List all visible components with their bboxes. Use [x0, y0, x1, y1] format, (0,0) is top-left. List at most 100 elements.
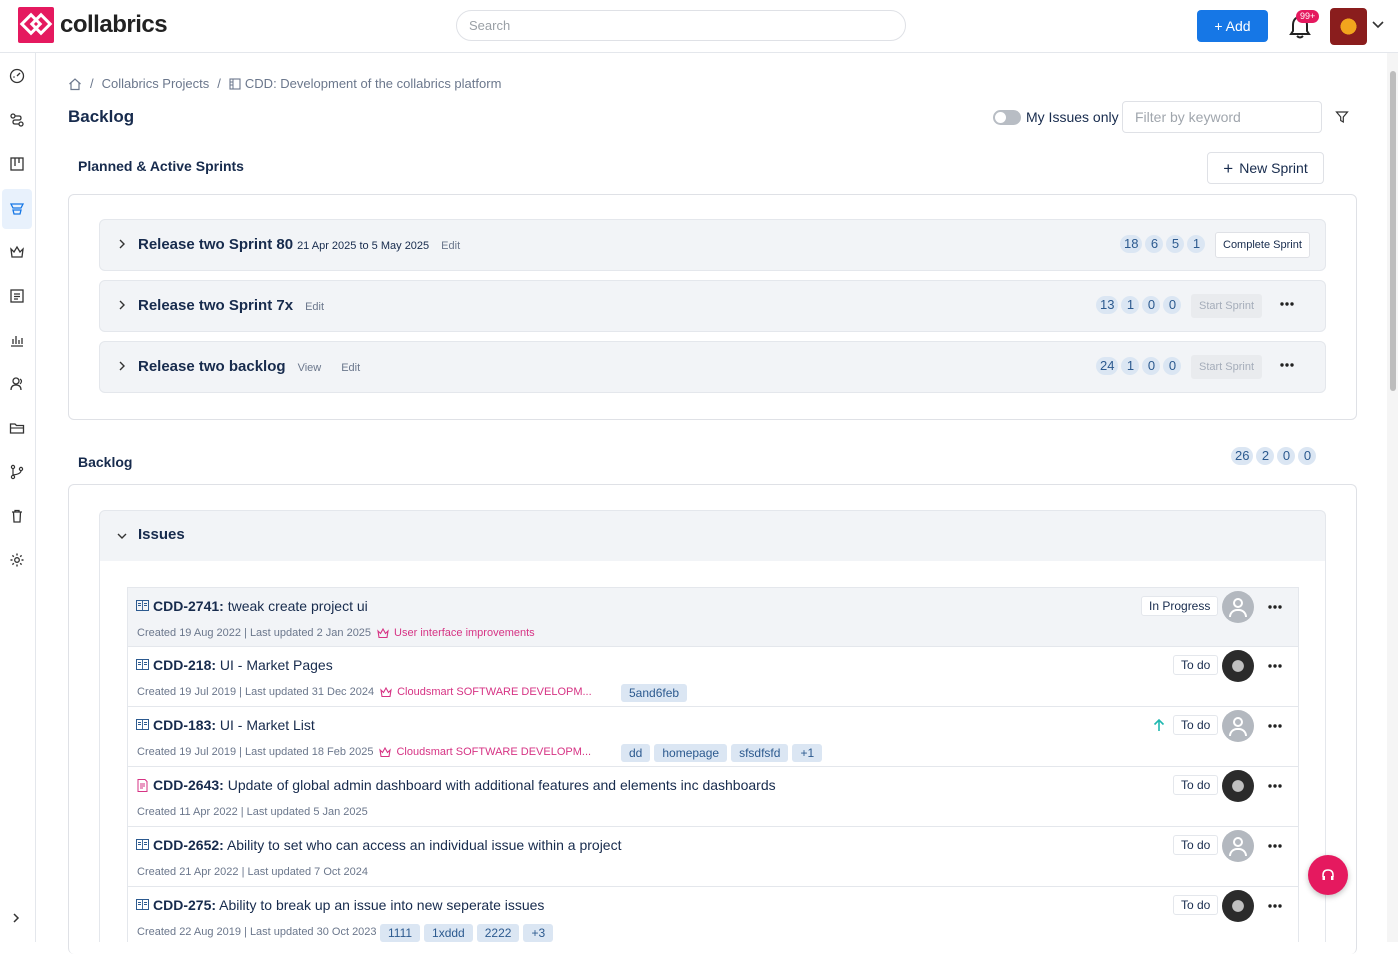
more-options-icon[interactable]	[1267, 843, 1283, 849]
sprint-row[interactable]: Release two backlog View Edit 24 1 0 0 Sta…	[99, 341, 1326, 393]
sprint-edit-link[interactable]: Edit	[341, 362, 360, 374]
more-options-icon[interactable]	[1267, 723, 1283, 729]
status-badge[interactable]: To do	[1173, 715, 1219, 735]
sprint-edit-link[interactable]: Edit	[305, 301, 324, 313]
more-options-icon[interactable]	[1267, 604, 1283, 610]
label-tag[interactable]: homepage	[654, 744, 728, 762]
people-icon[interactable]	[6, 373, 28, 395]
chevron-down-icon[interactable]	[116, 530, 128, 542]
complete-sprint-button[interactable]: Complete Sprint	[1215, 232, 1310, 258]
epic-link[interactable]: User interface improvements	[377, 627, 535, 639]
my-issues-label[interactable]: My Issues only	[1026, 109, 1119, 125]
assignee-avatar[interactable]	[1222, 890, 1254, 922]
more-options-icon[interactable]	[1279, 362, 1295, 368]
label-tag[interactable]: 5and6feb	[621, 684, 688, 702]
new-sprint-button[interactable]: + New Sprint	[1207, 152, 1324, 184]
more-options-icon[interactable]	[1267, 663, 1283, 669]
status-badge[interactable]: To do	[1173, 895, 1219, 915]
more-tags-badge[interactable]: +3	[523, 924, 554, 942]
list-icon[interactable]	[6, 285, 28, 307]
filter-keyword-input[interactable]: Filter by keyword	[1122, 101, 1322, 133]
status-badge[interactable]: To do	[1173, 835, 1219, 855]
sprint-row[interactable]: Release two Sprint 80 21 Apr 2025 to 5 Ma…	[99, 219, 1326, 271]
issue-row[interactable]: CDD-2643: Update of global admin dashboa…	[127, 767, 1299, 827]
start-sprint-button[interactable]: Start Sprint	[1191, 355, 1263, 379]
epic-link[interactable]: Cloudsmart SOFTWARE DEVELOPM...	[380, 686, 592, 698]
issue-key: CDD-2643:	[153, 777, 224, 793]
issue-row[interactable]: CDD-218: UI - Market Pages Created 19 Ju…	[127, 647, 1299, 707]
issue-title[interactable]: CDD-275: Ability to break up an issue in…	[153, 897, 544, 913]
user-avatar[interactable]	[1330, 8, 1367, 45]
sprint-name[interactable]: Release two Sprint 80	[138, 236, 293, 253]
issues-group-title: Issues	[138, 526, 185, 543]
assignee-avatar[interactable]	[1222, 710, 1254, 742]
assignee-avatar[interactable]	[1222, 830, 1254, 862]
count-badge: 1	[1121, 357, 1140, 375]
issue-title[interactable]: CDD-218: UI - Market Pages	[153, 657, 333, 673]
issue-meta: Created 21 Apr 2022 | Last updated 7 Oct…	[137, 866, 368, 878]
assignee-avatar[interactable]	[1222, 650, 1254, 682]
issue-row[interactable]: CDD-2652: Ability to set who can access …	[127, 827, 1299, 887]
workflow-icon[interactable]	[6, 109, 28, 131]
page-title: Backlog	[68, 107, 135, 126]
board-icon[interactable]	[6, 153, 28, 175]
issue-title[interactable]: CDD-183: UI - Market List	[153, 717, 315, 733]
add-button[interactable]: + Add	[1197, 10, 1268, 42]
start-sprint-button[interactable]: Start Sprint	[1191, 294, 1263, 318]
label-tag[interactable]: 1xddd	[424, 924, 473, 942]
page-scrollbar[interactable]	[1387, 53, 1398, 942]
sprint-name[interactable]: Release two backlog	[138, 358, 286, 375]
epic-name: Cloudsmart SOFTWARE DEVELOPM...	[396, 746, 592, 758]
status-badge[interactable]: To do	[1173, 775, 1219, 795]
more-options-icon[interactable]	[1267, 903, 1283, 909]
assignee-avatar[interactable]	[1222, 591, 1254, 623]
support-chat-button[interactable]	[1308, 855, 1348, 895]
scrollbar-thumb[interactable]	[1390, 71, 1396, 391]
backlog-icon[interactable]	[2, 189, 32, 229]
label-tag[interactable]: 1111	[380, 924, 421, 942]
label-tag[interactable]: dd	[621, 744, 651, 762]
issue-title[interactable]: CDD-2741: tweak create project ui	[153, 598, 368, 614]
home-icon[interactable]	[68, 77, 82, 91]
label-tag[interactable]: 2222	[476, 924, 520, 942]
filter-icon[interactable]	[1335, 110, 1349, 124]
epic-link[interactable]: Cloudsmart SOFTWARE DEVELOPM...	[379, 746, 591, 758]
more-options-icon[interactable]	[1267, 783, 1283, 789]
sprint-row[interactable]: Release two Sprint 7x Edit 13 1 0 0 Start…	[99, 280, 1326, 332]
issue-row[interactable]: CDD-2741: tweak create project ui Create…	[127, 587, 1299, 647]
folder-icon[interactable]	[6, 417, 28, 439]
issue-row[interactable]: CDD-183: UI - Market List Created 19 Jul…	[127, 707, 1299, 767]
sprint-name[interactable]: Release two Sprint 7x	[138, 297, 293, 314]
expand-sidebar-icon[interactable]	[10, 912, 22, 924]
chevron-down-icon[interactable]	[1371, 18, 1385, 32]
trash-icon[interactable]	[6, 505, 28, 527]
settings-icon[interactable]	[6, 549, 28, 571]
status-badge[interactable]: In Progress	[1141, 596, 1219, 616]
chevron-right-icon[interactable]	[116, 360, 128, 372]
sprint-edit-link[interactable]: Edit	[441, 240, 460, 252]
sprint-view-link[interactable]: View	[298, 362, 322, 374]
issue-summary: UI - Market List	[219, 717, 315, 733]
chevron-right-icon[interactable]	[116, 238, 128, 250]
epics-icon[interactable]	[6, 241, 28, 263]
top-bar: collabrics Search + Add 99+	[0, 0, 1398, 53]
reports-icon[interactable]	[6, 329, 28, 351]
count-badge: 13	[1096, 296, 1119, 314]
issue-row[interactable]: CDD-275: Ability to break up an issue in…	[127, 887, 1299, 942]
breadcrumb-project[interactable]: CDD: Development of the collabrics platf…	[245, 76, 502, 91]
more-options-icon[interactable]	[1279, 301, 1295, 307]
breadcrumb-projects[interactable]: Collabrics Projects	[102, 76, 210, 91]
issues-group-header[interactable]: Issues	[99, 510, 1326, 561]
issue-title[interactable]: CDD-2643: Update of global admin dashboa…	[153, 777, 776, 793]
label-tag[interactable]: sfsdfsfd	[731, 744, 789, 762]
more-tags-badge[interactable]: +1	[792, 744, 823, 762]
my-issues-toggle[interactable]	[993, 110, 1021, 125]
dashboard-icon[interactable]	[6, 65, 28, 87]
search-input[interactable]: Search	[456, 10, 906, 41]
branch-icon[interactable]	[6, 461, 28, 483]
collabrics-logo[interactable]: collabrics	[18, 7, 168, 43]
status-badge[interactable]: To do	[1173, 655, 1219, 675]
assignee-avatar[interactable]	[1222, 770, 1254, 802]
chevron-right-icon[interactable]	[116, 299, 128, 311]
issue-title[interactable]: CDD-2652: Ability to set who can access …	[153, 837, 621, 853]
